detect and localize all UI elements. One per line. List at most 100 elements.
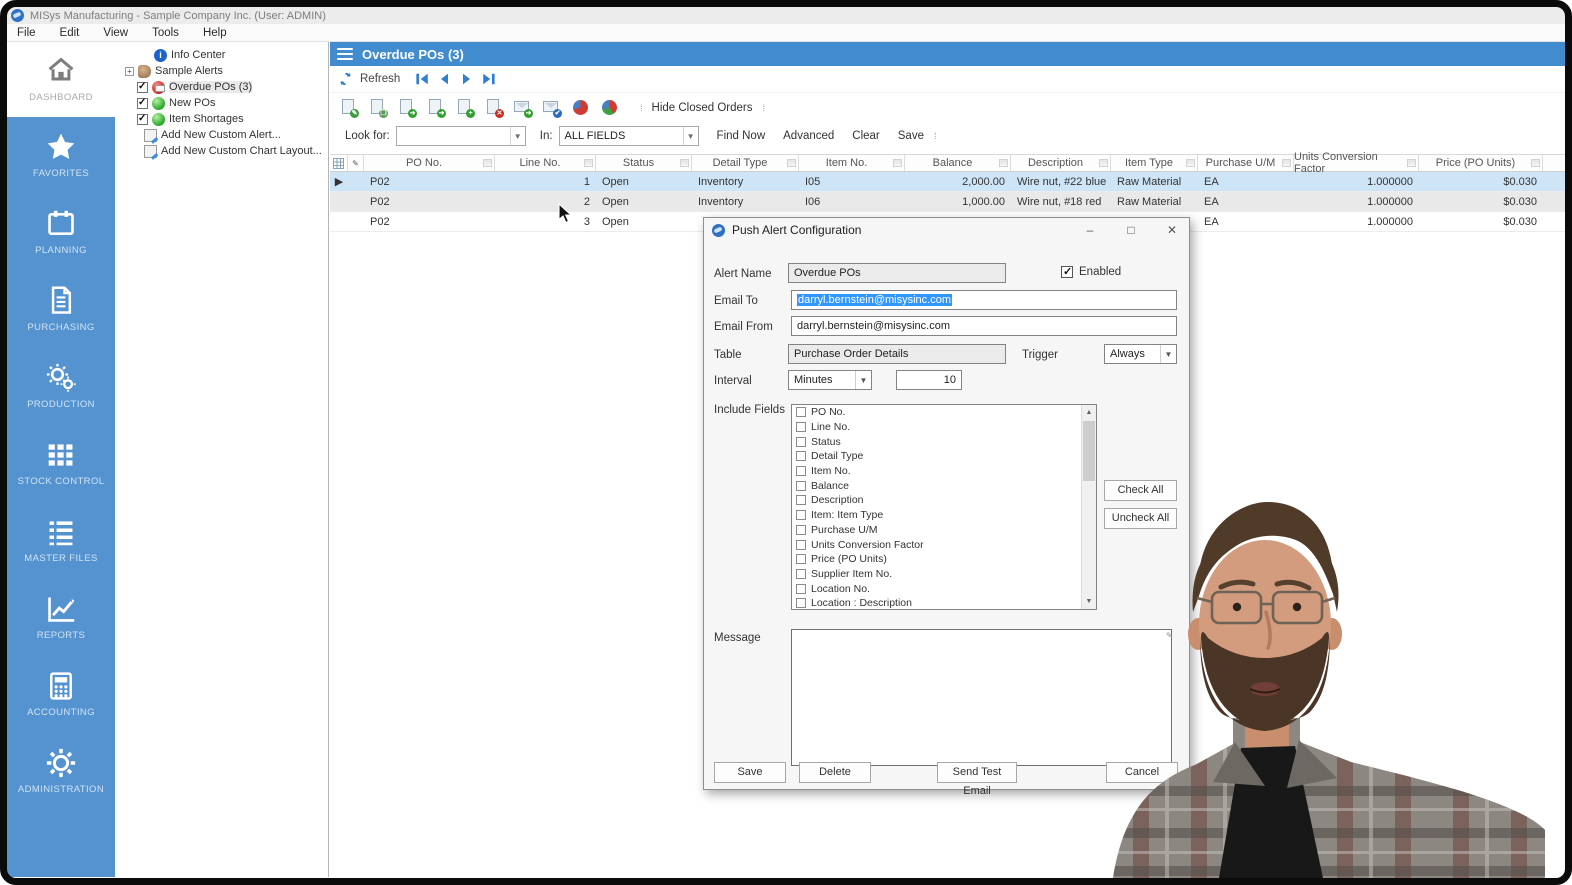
clear-button[interactable]: Clear: [852, 130, 879, 142]
tree-item-overdue-pos-3[interactable]: Overdue POs (3): [115, 79, 328, 95]
filter-column-header[interactable]: ✎: [348, 155, 364, 171]
minimize-icon[interactable]: –: [1073, 219, 1107, 241]
column-filter-icon[interactable]: [584, 159, 593, 167]
menu-help[interactable]: Help: [203, 27, 227, 39]
column-filter-icon[interactable]: [787, 159, 796, 167]
panel-menu-icon[interactable]: [337, 48, 353, 60]
field-checkbox[interactable]: [796, 510, 806, 520]
sidebar-item-favorites[interactable]: FAVORITES: [7, 117, 115, 194]
expand-icon[interactable]: +: [125, 67, 134, 76]
listbox-scrollbar[interactable]: ▲ ▼: [1081, 405, 1096, 609]
field-checkbox[interactable]: [796, 481, 806, 491]
refresh-button[interactable]: Refresh: [360, 73, 400, 85]
field-checkbox[interactable]: [796, 525, 806, 535]
include-field-item-item-type[interactable]: Item: Item Type: [792, 508, 1096, 523]
table-field[interactable]: Purchase Order Details: [788, 344, 1006, 364]
delete-button[interactable]: Delete: [799, 762, 871, 783]
sidebar-item-administration[interactable]: ADMINISTRATION: [7, 733, 115, 810]
alert-name-field[interactable]: Overdue POs: [788, 263, 1006, 283]
save-button[interactable]: Save: [898, 130, 924, 142]
tree-item-item-shortages[interactable]: Item Shortages: [115, 111, 328, 127]
column-filter-icon[interactable]: [893, 159, 902, 167]
tree-checkbox[interactable]: [137, 98, 148, 109]
copy-record-icon[interactable]: ❐: [369, 99, 386, 116]
add-record-icon[interactable]: +: [456, 99, 473, 116]
sidebar-item-production[interactable]: PRODUCTION: [7, 348, 115, 425]
field-checkbox[interactable]: [796, 407, 806, 417]
include-field-status[interactable]: Status: [792, 434, 1096, 449]
scroll-down-icon[interactable]: ▼: [1082, 594, 1096, 609]
tree-item-add-new-custom-chart-layout[interactable]: Add New Custom Chart Layout...: [115, 143, 328, 159]
field-checkbox[interactable]: [796, 495, 806, 505]
column-filter-icon[interactable]: [1407, 159, 1416, 167]
menu-view[interactable]: View: [103, 27, 128, 39]
tree-item-info-center[interactable]: iInfo Center: [115, 47, 328, 63]
look-for-input[interactable]: [397, 127, 510, 145]
column-filter-icon[interactable]: [1282, 159, 1291, 167]
save-button[interactable]: Save: [714, 762, 786, 783]
pie-chart-icon[interactable]: [572, 99, 589, 116]
include-field-units-conversion-factor[interactable]: Units Conversion Factor: [792, 537, 1096, 552]
column-header-line-no[interactable]: Line No.: [495, 155, 596, 171]
import-record-icon[interactable]: ➜: [398, 99, 415, 116]
find-now-button[interactable]: Find Now: [717, 130, 766, 142]
tree-item-sample-alerts[interactable]: +Sample Alerts: [115, 63, 328, 79]
include-field-detail-type[interactable]: Detail Type: [792, 449, 1096, 464]
delete-record-icon[interactable]: ✕: [485, 99, 502, 116]
chevron-down-icon[interactable]: ▼: [510, 127, 525, 145]
refresh-icon[interactable]: [338, 72, 353, 86]
include-fields-listbox[interactable]: PO No.Line No.StatusDetail TypeItem No.B…: [791, 404, 1097, 610]
include-field-location-no[interactable]: Location No.: [792, 581, 1096, 596]
sidebar-item-purchasing[interactable]: PURCHASING: [7, 271, 115, 348]
include-field-po-no[interactable]: PO No.: [792, 405, 1096, 420]
column-header-detail-type[interactable]: Detail Type: [692, 155, 799, 171]
trigger-combo[interactable]: Always ▼: [1104, 344, 1177, 364]
export-record-icon[interactable]: ➜: [427, 99, 444, 116]
include-field-description[interactable]: Description: [792, 493, 1096, 508]
advanced-button[interactable]: Advanced: [783, 130, 834, 142]
field-checkbox[interactable]: [796, 451, 806, 461]
last-record-icon[interactable]: [481, 72, 496, 86]
sidebar-item-planning[interactable]: PLANNING: [7, 194, 115, 271]
sidebar-item-accounting[interactable]: ACCOUNTING: [7, 656, 115, 733]
table-row[interactable]: P022OpenInventoryI061,000.00Wire nut, #1…: [330, 192, 1565, 212]
email-to-input[interactable]: darryl.bernstein@misysinc.com: [791, 290, 1177, 310]
include-field-purchase-u-m[interactable]: Purchase U/M: [792, 523, 1096, 538]
tree-checkbox[interactable]: [137, 114, 148, 125]
look-for-combo[interactable]: ▼: [396, 126, 526, 146]
menu-edit[interactable]: Edit: [60, 27, 80, 39]
chevron-down-icon[interactable]: ▼: [1160, 345, 1176, 363]
close-icon[interactable]: ✕: [1155, 219, 1189, 241]
email-from-input[interactable]: darryl.bernstein@misysinc.com: [791, 316, 1177, 336]
include-field-line-no[interactable]: Line No.: [792, 420, 1096, 435]
edit-record-icon[interactable]: ✎: [340, 99, 357, 116]
checkbox-check-icon[interactable]: [1061, 266, 1073, 278]
column-header-item-no[interactable]: Item No.: [799, 155, 905, 171]
include-field-location-description[interactable]: Location : Description: [792, 596, 1096, 610]
scroll-up-icon[interactable]: ▲: [1082, 405, 1096, 420]
field-checkbox[interactable]: [796, 466, 806, 476]
column-filter-icon[interactable]: [483, 159, 492, 167]
in-field-combo[interactable]: ALL FIELDS ▼: [559, 126, 699, 146]
send-test-email-button[interactable]: Send Test Email: [937, 762, 1017, 783]
column-filter-icon[interactable]: [999, 159, 1008, 167]
chart-layout-icon[interactable]: [601, 99, 618, 116]
maximize-icon[interactable]: □: [1114, 219, 1148, 241]
tree-item-new-pos[interactable]: New POs: [115, 95, 328, 111]
column-header-item-type[interactable]: Item Type: [1111, 155, 1198, 171]
email-verify-icon[interactable]: ✔: [543, 99, 560, 116]
select-all-cells-icon[interactable]: [330, 155, 348, 171]
field-checkbox[interactable]: [796, 584, 806, 594]
include-field-supplier-item-no[interactable]: Supplier Item No.: [792, 567, 1096, 582]
interval-unit-combo[interactable]: Minutes ▼: [788, 370, 872, 390]
include-field-price-po-units[interactable]: Price (PO Units): [792, 552, 1096, 567]
column-header-po-no[interactable]: PO No.: [364, 155, 495, 171]
sidebar-item-stock-control[interactable]: STOCK CONTROL: [7, 425, 115, 502]
column-filter-icon[interactable]: [1531, 159, 1540, 167]
table-row[interactable]: ▶P021OpenInventoryI052,000.00Wire nut, #…: [330, 172, 1565, 192]
column-header-price-po-units[interactable]: Price (PO Units): [1419, 155, 1543, 171]
menu-file[interactable]: File: [17, 27, 36, 39]
field-checkbox[interactable]: [796, 569, 806, 579]
sidebar-item-reports[interactable]: REPORTS: [7, 579, 115, 656]
sidebar-item-master-files[interactable]: MASTER FILES: [7, 502, 115, 579]
